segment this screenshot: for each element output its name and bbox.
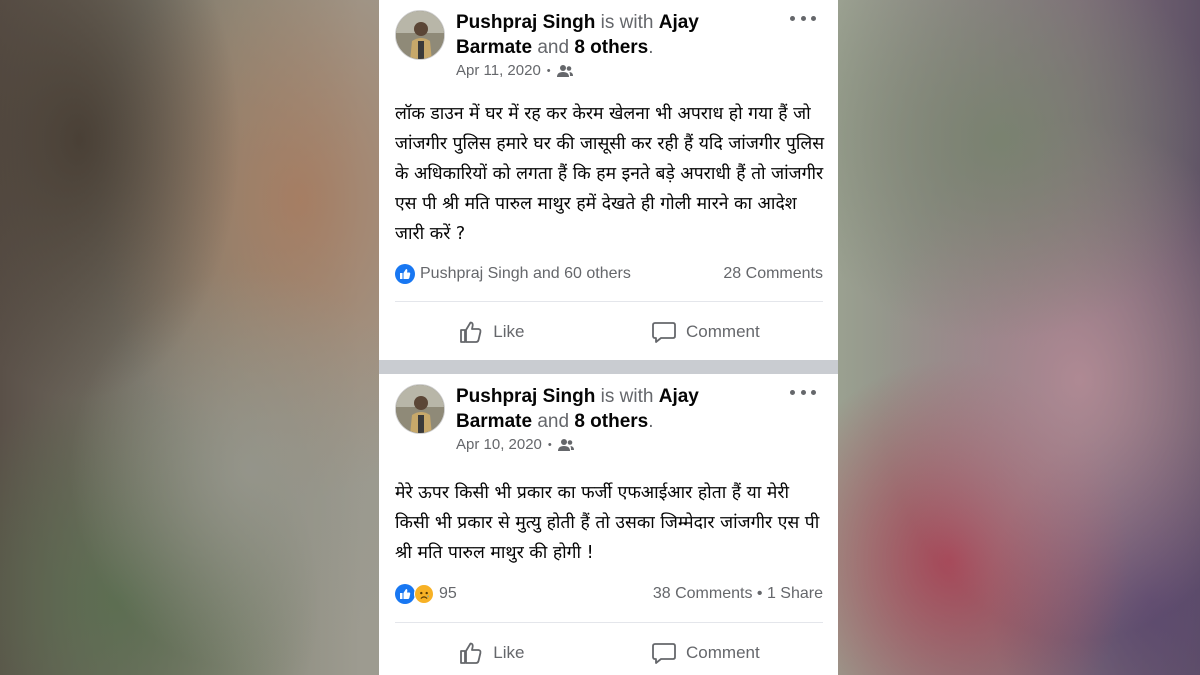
comments-shares[interactable]: 38 Comments • 1 Share [653, 585, 823, 603]
like-reaction-icon [395, 264, 415, 284]
with-text: is with [600, 386, 654, 407]
divider [395, 301, 823, 302]
tagged-others[interactable]: 8 others [574, 37, 648, 58]
post-header: Pushpraj Singh is with Ajay Barmate and … [456, 384, 776, 434]
comment-label: Comment [686, 643, 760, 662]
comment-count[interactable]: 38 Comments [653, 585, 753, 602]
friends-icon [556, 64, 573, 77]
comment-button[interactable]: Comment [651, 319, 760, 345]
like-label: Like [493, 643, 525, 662]
avatar[interactable] [395, 384, 445, 434]
divider [395, 622, 823, 623]
share-count[interactable]: 1 Share [767, 585, 823, 602]
avatar[interactable] [395, 10, 445, 60]
post-text: मेरे ऊपर किसी भी प्रकार का फर्जी एफआईआर … [395, 483, 820, 563]
and-text: and [537, 37, 570, 58]
and-text: and [537, 411, 570, 432]
like-reaction-icon [395, 584, 415, 604]
with-text: is with [600, 12, 654, 33]
comment-icon [652, 322, 676, 343]
meta-dot: • [547, 438, 552, 451]
meta-dot: • [546, 64, 551, 77]
news-feed: Pushpraj Singh is with Ajay Barmate and … [379, 0, 838, 675]
reactions[interactable]: Pushpraj Singh and 60 others [395, 264, 631, 284]
comment-button[interactable]: Comment [651, 640, 760, 666]
post-date[interactable]: Apr 11, 2020 [456, 62, 541, 79]
post-stats: 95 38 Comments • 1 Share [395, 581, 823, 607]
comment-label: Comment [686, 322, 760, 341]
comment-count[interactable]: 28 Comments [723, 265, 823, 283]
like-label: Like [493, 322, 525, 341]
like-button[interactable]: Like [458, 640, 524, 666]
post-meta: Apr 11, 2020 • [456, 62, 573, 79]
header-end: . [648, 37, 654, 58]
sad-reaction-icon [414, 584, 434, 604]
post-actions: Like Comment [395, 633, 823, 673]
meta-dot: • [756, 585, 767, 602]
thumbs-up-icon [460, 642, 482, 664]
reactions[interactable]: 95 [395, 584, 457, 604]
post-actions: Like Comment [395, 312, 823, 352]
profile-photo [396, 11, 444, 59]
feed-post: Pushpraj Singh is with Ajay Barmate and … [379, 0, 838, 360]
friends-icon [557, 438, 574, 451]
more-options-icon[interactable] [790, 8, 816, 28]
author-name[interactable]: Pushpraj Singh [456, 12, 595, 33]
thumbs-up-icon [460, 321, 482, 343]
tagged-others[interactable]: 8 others [574, 411, 648, 432]
reactions-count: 95 [439, 585, 457, 602]
more-options-icon[interactable] [790, 382, 816, 402]
comment-icon [652, 643, 676, 664]
like-button[interactable]: Like [458, 319, 524, 345]
author-name[interactable]: Pushpraj Singh [456, 386, 595, 407]
post-stats: Pushpraj Singh and 60 others 28 Comments [395, 261, 823, 287]
reactions-text: Pushpraj Singh and 60 others [420, 265, 631, 282]
post-text: लॉक डाउन में घर में रह कर केरम खेलना भी … [395, 104, 825, 244]
post-header: Pushpraj Singh is with Ajay Barmate and … [456, 10, 776, 60]
feed-separator [379, 360, 838, 374]
header-end: . [648, 411, 654, 432]
post-meta: Apr 10, 2020 • [456, 436, 574, 453]
feed-post: Pushpraj Singh is with Ajay Barmate and … [379, 374, 838, 675]
post-date[interactable]: Apr 10, 2020 [456, 436, 542, 453]
profile-photo [396, 385, 444, 433]
